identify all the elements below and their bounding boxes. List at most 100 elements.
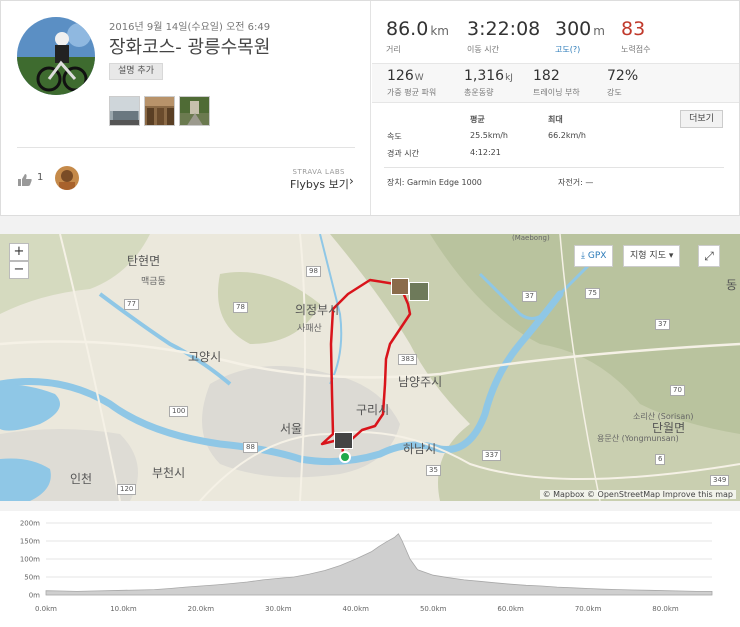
x-tick-label: 80.0km	[652, 605, 679, 613]
kudos-icon[interactable]	[17, 172, 33, 191]
caret-down-icon: ▾	[665, 251, 674, 261]
road-shield: 78	[233, 302, 248, 313]
training-load-value: 182	[533, 68, 560, 84]
road-shield: 98	[306, 266, 321, 277]
download-icon: ⤓	[581, 251, 588, 261]
x-tick-label: 20.0km	[188, 605, 215, 613]
athlete-avatar[interactable]	[17, 17, 95, 95]
road-shield: 75	[585, 288, 600, 299]
road-shield: 337	[482, 450, 502, 461]
divider	[384, 167, 724, 168]
avg-header: 평균	[470, 115, 485, 124]
add-description-button[interactable]: 설명 추가	[109, 63, 163, 80]
effort-label: 노력점수	[621, 45, 651, 54]
distance-label: 거리	[386, 45, 401, 54]
flybys-link[interactable]: Flybys 보기	[290, 176, 349, 192]
map-label-city: 의정부시	[295, 303, 340, 317]
activity-header: 2016년 9월 14일(수요일) 오전 6:49 장화코스- 광릉수목원 설명…	[0, 0, 740, 216]
elapsed-value: 4:12:21	[470, 148, 501, 157]
divider	[17, 147, 355, 148]
y-tick-label: 200m	[20, 520, 40, 528]
map-attribution[interactable]: © Mapbox © OpenStreetMap Improve this ma…	[539, 490, 736, 499]
y-tick-label: 150m	[20, 538, 40, 546]
x-tick-label: 0.0km	[35, 605, 57, 613]
x-tick-label: 60.0km	[497, 605, 524, 613]
map-label-city: 탄현면	[127, 254, 161, 268]
road-shield: 37	[522, 291, 537, 302]
camera-icon[interactable]	[334, 432, 353, 449]
zoom-in-button[interactable]: +	[9, 243, 29, 261]
map-type-dropdown[interactable]: 지형 지도 ▾	[623, 245, 681, 267]
x-tick-label: 70.0km	[575, 605, 602, 613]
road-shield: 35	[426, 465, 441, 476]
weighted-power-unit: W	[414, 73, 424, 83]
elevation-chart-svg: 200m 150m 100m 50m 0m 0.0km 10.0km 20.0km 30.0k…	[20, 520, 713, 613]
elevation-label[interactable]: 고도(?)	[555, 44, 580, 55]
road-shield: 70	[670, 385, 685, 396]
distance-stat: 86.0 km	[386, 18, 449, 40]
map-type-label: 지형 지도	[630, 251, 666, 261]
road-shield: 100	[169, 406, 189, 417]
map-label-peak: (Maebong)	[512, 234, 550, 242]
elevation-unit: m	[593, 24, 605, 38]
map-label-city: 서울	[280, 422, 303, 436]
kudos-count[interactable]: 1	[37, 172, 43, 183]
elevation-value: 300	[555, 18, 592, 40]
map-label-peak: 사패산	[297, 324, 322, 334]
distance-unit: km	[430, 24, 449, 38]
map-label-city: 부천시	[152, 466, 186, 480]
work-value: 1,316	[464, 68, 505, 84]
map-photo-marker[interactable]	[391, 278, 409, 295]
map-label-peak: 소리산 (Sorisan)	[633, 412, 694, 421]
activity-photo[interactable]	[144, 96, 175, 126]
work-unit: kJ	[505, 73, 513, 83]
speed-label: 속도	[387, 132, 402, 141]
bike-info[interactable]: 자전거: —	[558, 177, 593, 188]
x-tick-label: 30.0km	[265, 605, 292, 613]
weighted-power-value: 126	[387, 68, 414, 84]
road-shield: 349	[710, 475, 730, 486]
distance-value: 86.0	[386, 18, 429, 40]
work-label: 총운동량	[464, 88, 494, 97]
start-marker-icon[interactable]	[339, 451, 351, 463]
zoom-out-button[interactable]: −	[9, 261, 29, 279]
fullscreen-icon[interactable]: ⤢	[698, 245, 720, 267]
activity-summary: 2016년 9월 14일(수요일) 오전 6:49 장화코스- 광릉수목원 설명…	[1, 1, 371, 215]
device-info: 장치: Garmin Edge 1000	[387, 178, 482, 187]
map-label-city: 고양시	[188, 350, 222, 364]
activity-photo[interactable]	[179, 96, 210, 126]
map-label-city: 인천	[70, 472, 93, 486]
road-shield: 120	[117, 484, 137, 495]
elevation-chart[interactable]: 200m 150m 100m 50m 0m 0.0km 10.0km 20.0km 30.0k…	[0, 511, 740, 627]
map-photo-marker[interactable]	[409, 282, 429, 301]
kudos-athlete-avatar[interactable]	[55, 166, 79, 190]
work-stat: 1,316kJ	[464, 68, 513, 84]
training-load-label: 트레이닝 부하	[533, 88, 580, 97]
x-tick-label: 40.0km	[343, 605, 370, 613]
speed-max: 66.2km/h	[548, 131, 587, 140]
road-shield: 77	[124, 299, 139, 310]
weighted-power-label: 가중 평균 파워	[387, 88, 437, 97]
activity-photo[interactable]	[109, 96, 140, 126]
road-shield: 6	[655, 454, 666, 465]
elevation-stat: 300 m	[555, 18, 605, 40]
activity-title[interactable]: 장화코스- 광릉수목원	[109, 33, 270, 59]
strava-labs-label: STRAVA LABS	[292, 168, 345, 176]
map-label-city: 맥금동	[141, 277, 166, 287]
map-label-city: 남양주시	[398, 375, 443, 389]
y-tick-label: 100m	[20, 556, 40, 564]
elapsed-label: 경과 시간	[387, 149, 419, 158]
gpx-download-button[interactable]: ⤓ GPX	[574, 245, 614, 267]
map-label-city: 동	[726, 278, 738, 292]
effort-value: 83	[621, 18, 646, 40]
route-map[interactable]: + − ⤓ GPX 지형 지도 ▾ ⤢ 탄현면 맥금동 의정부시 고양시 남양주…	[0, 234, 740, 501]
intensity-value: 72%	[607, 68, 639, 84]
more-button[interactable]: 더보기	[680, 110, 723, 128]
road-shield: 37	[655, 319, 670, 330]
gpx-label: GPX	[587, 251, 607, 261]
map-label-city: 구리시	[356, 403, 390, 417]
moving-time-label: 이동 시간	[467, 45, 499, 54]
y-tick-label: 50m	[24, 574, 40, 582]
weighted-power-stat: 126W	[387, 68, 424, 84]
chevron-right-icon[interactable]: ›	[349, 174, 354, 188]
